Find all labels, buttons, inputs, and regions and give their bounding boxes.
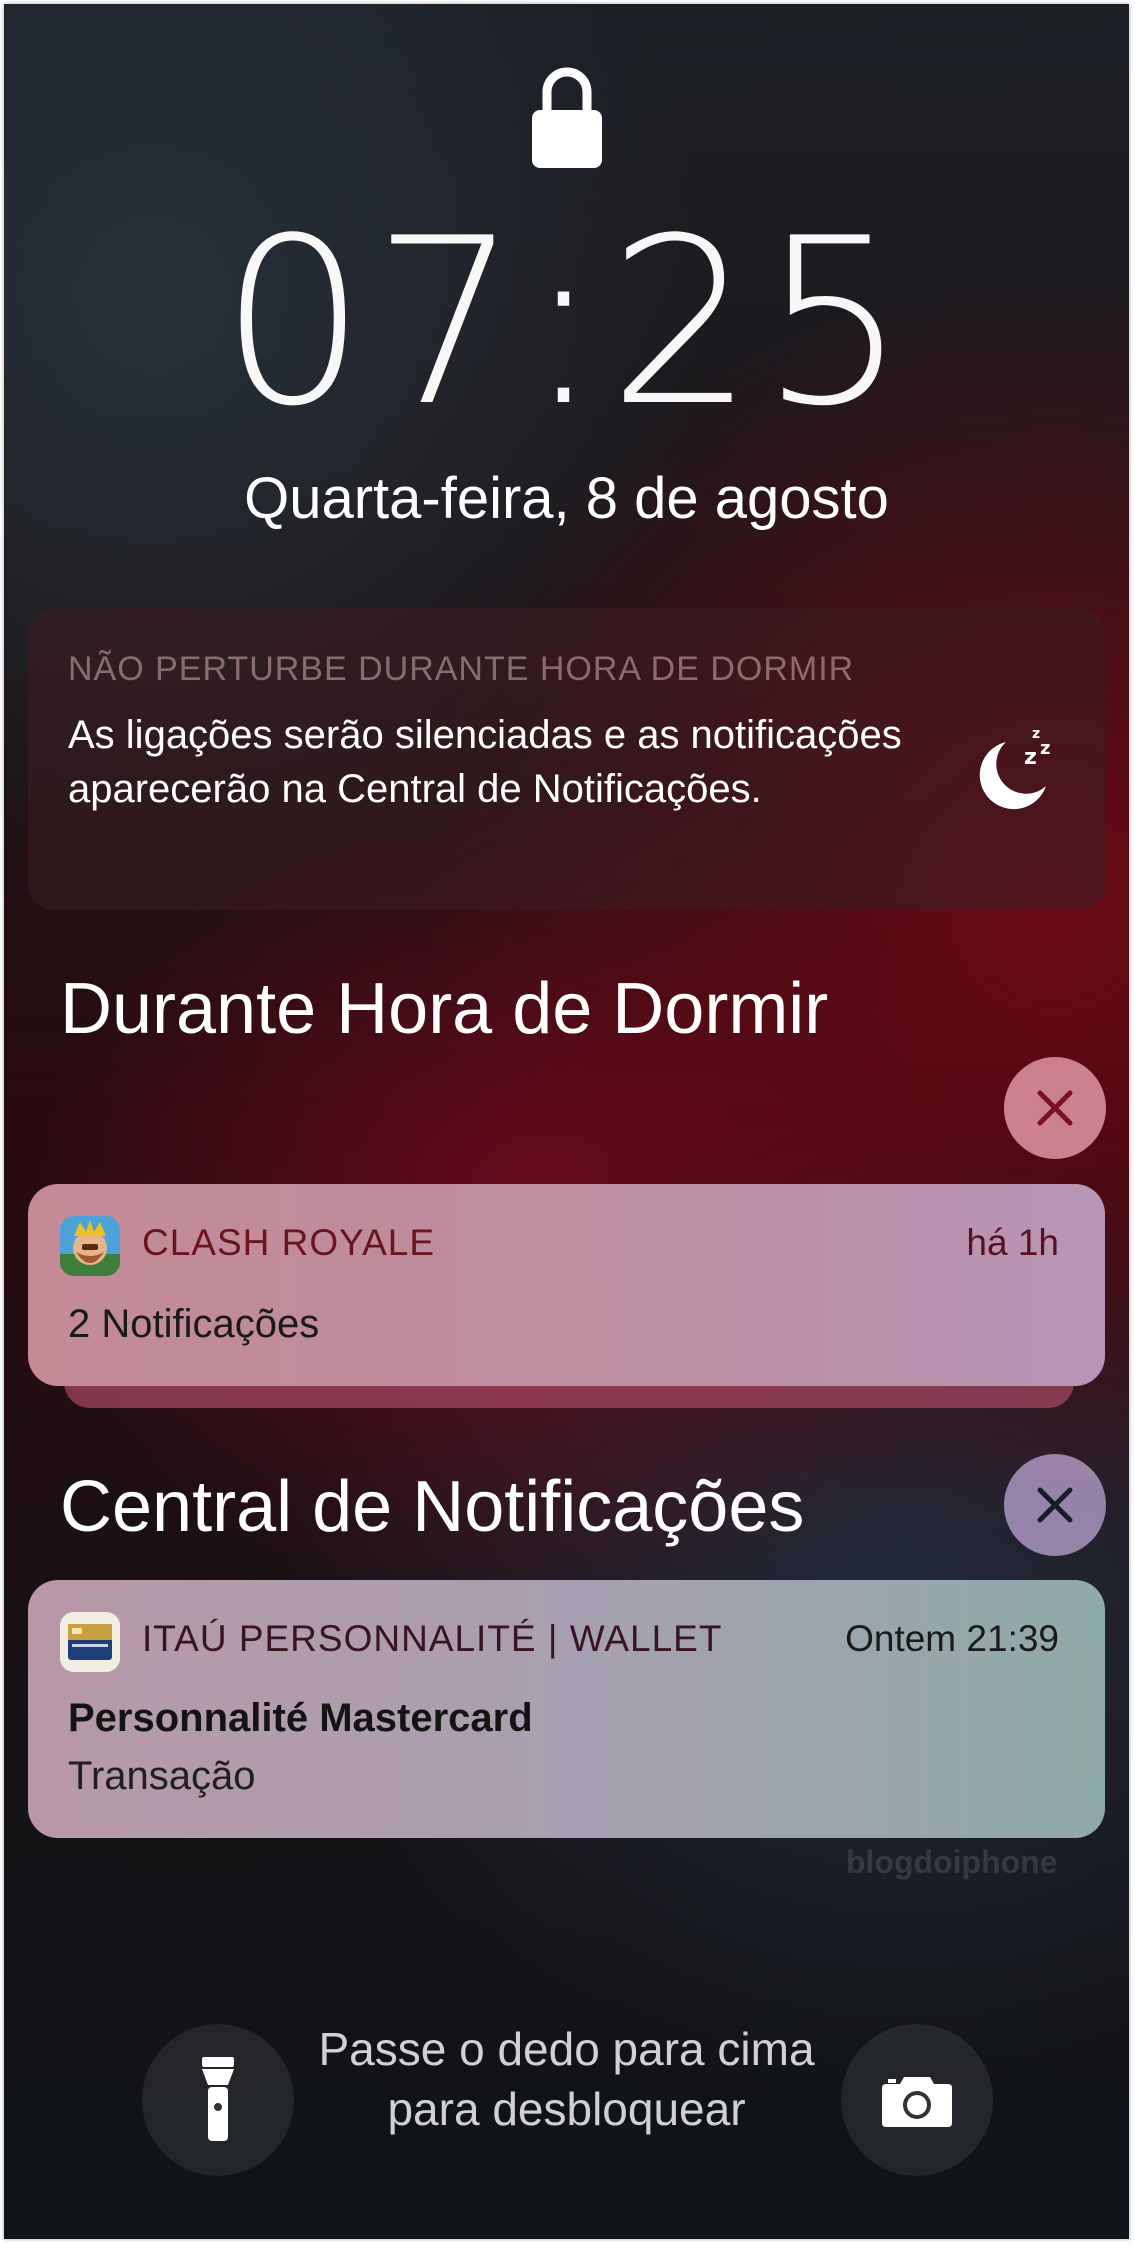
- dnd-banner-body: As ligações serão silenciadas e as notif…: [68, 713, 902, 811]
- notification-text: 2 Notificações: [68, 1302, 320, 1346]
- svg-text:z: z: [1032, 726, 1040, 742]
- dnd-banner-title: NÃO PERTURBE DURANTE HORA DE DORMIR: [68, 650, 855, 688]
- notification-text: Transação: [68, 1754, 256, 1798]
- notification-app-name: ITAÚ PERSONNALITÉ | WALLET: [142, 1618, 723, 1659]
- svg-text:z: z: [1040, 738, 1050, 759]
- clock-time: 07:25: [220, 190, 913, 457]
- camera-icon: [882, 2077, 952, 2127]
- clear-notification-center-button[interactable]: [1004, 1454, 1106, 1556]
- flashlight-button[interactable]: [142, 2024, 294, 2176]
- close-icon: [1037, 1487, 1073, 1523]
- section-title-bedtime: Durante Hora de Dormir: [60, 969, 829, 1049]
- section-title-notification-center: Central de Notificações: [60, 1467, 805, 1547]
- padlock-icon: [532, 67, 602, 168]
- lock-screen: 07:25 Quarta-feira, 8 de agosto NÃO PERT…: [4, 4, 1129, 2239]
- clash-royale-app-icon: [60, 1216, 120, 1276]
- notification-itau-wallet[interactable]: ITAÚ PERSONNALITÉ | WALLET Ontem 21:39 P…: [28, 1580, 1105, 1838]
- moon-sleep-icon: z z z: [979, 726, 1050, 810]
- svg-text:z: z: [1024, 745, 1037, 770]
- notification-clash-royale[interactable]: CLASH ROYALE há 1h 2 Notificações: [28, 1184, 1105, 1386]
- flashlight-icon: [202, 2057, 234, 2141]
- notification-title: Personnalité Mastercard: [68, 1696, 533, 1740]
- camera-button[interactable]: [841, 2024, 993, 2176]
- clock-date: Quarta-feira, 8 de agosto: [244, 466, 889, 531]
- notification-time: há 1h: [966, 1222, 1059, 1263]
- notification-time: Ontem 21:39: [845, 1618, 1059, 1659]
- clear-bedtime-button[interactable]: [1004, 1057, 1106, 1159]
- close-icon: [1037, 1090, 1073, 1126]
- do-not-disturb-banner[interactable]: NÃO PERTURBE DURANTE HORA DE DORMIR As l…: [28, 608, 1105, 910]
- notification-app-name: CLASH ROYALE: [142, 1222, 436, 1263]
- watermark: blogdoiphone: [846, 1844, 1058, 1880]
- unlock-hint: Passe o dedo para cima para desbloquear: [318, 2023, 815, 2135]
- itau-personnalite-card-icon: [60, 1612, 120, 1672]
